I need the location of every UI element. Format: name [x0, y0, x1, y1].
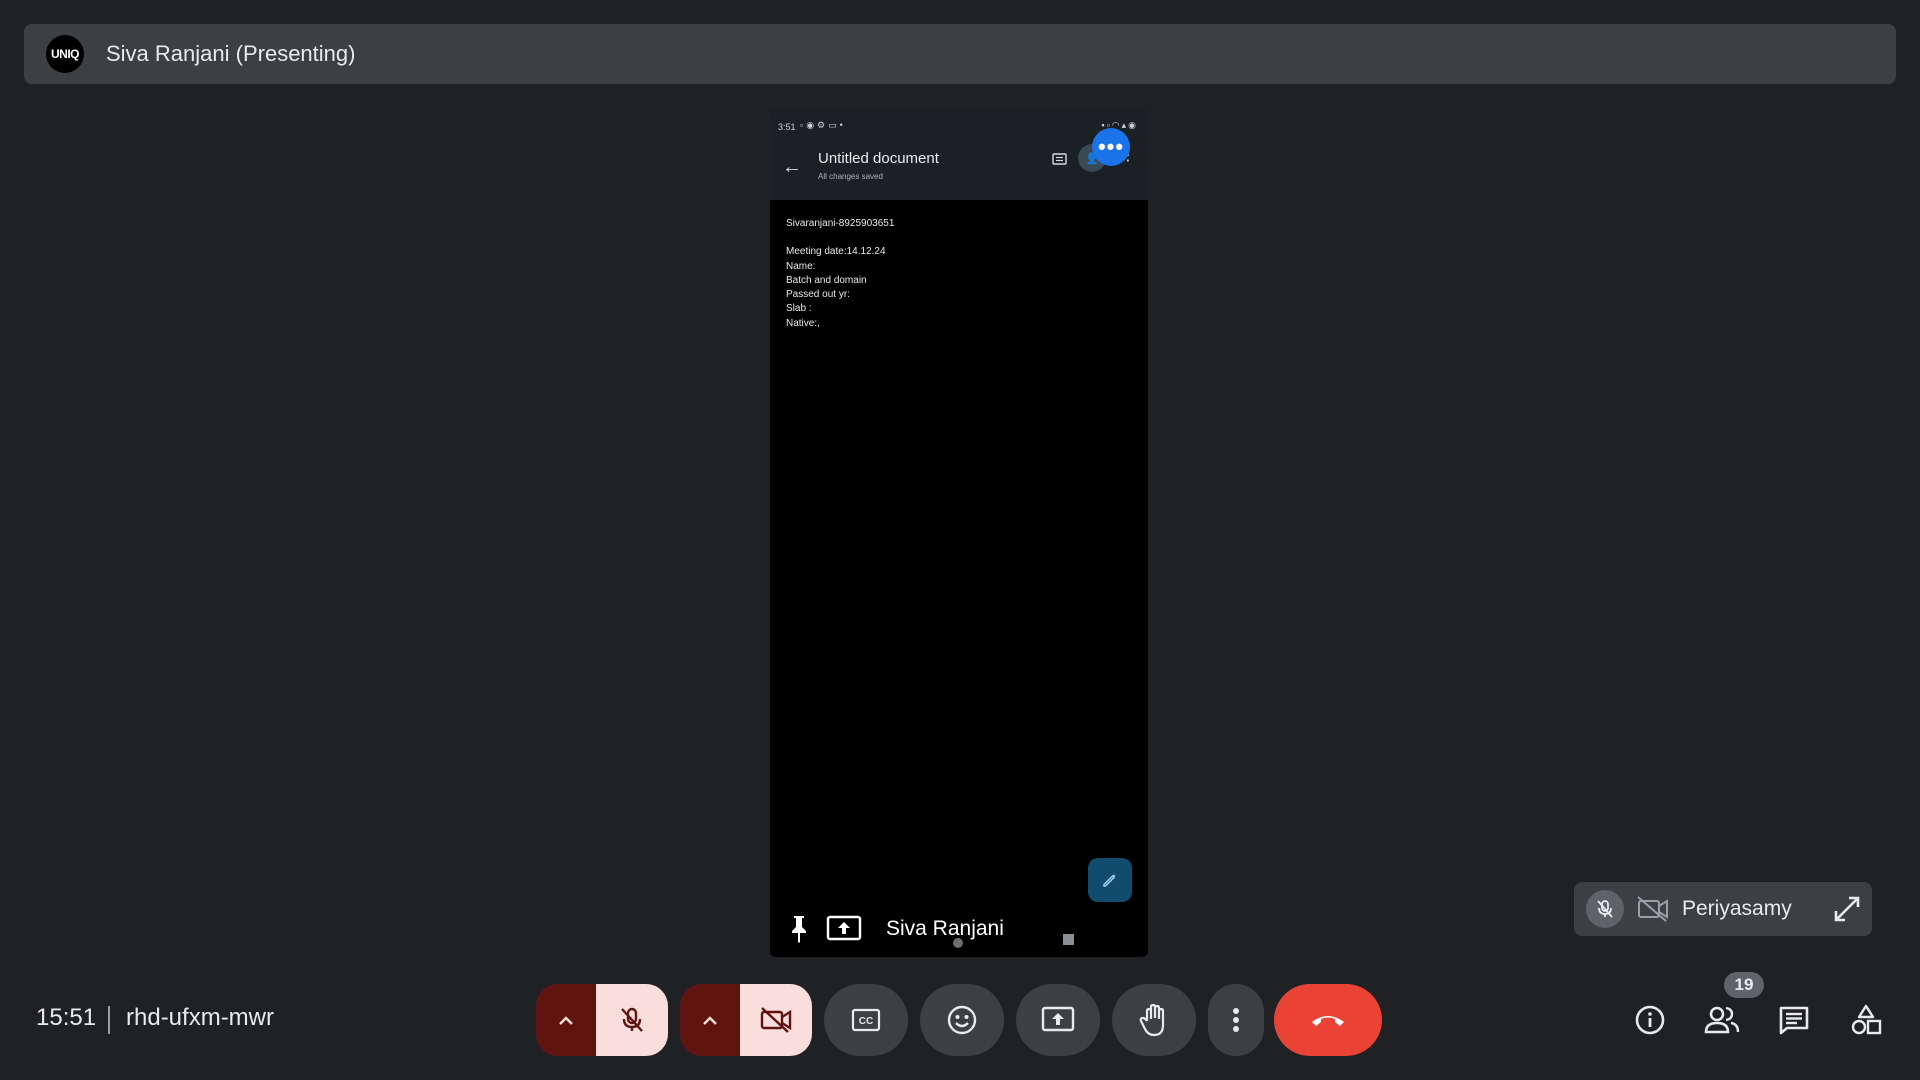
- docs-app-bar: ← Untitled document All changes saved 👤 …: [770, 144, 1148, 200]
- activities-icon: [1850, 1004, 1882, 1036]
- mic-off-icon: [1586, 890, 1624, 928]
- mic-control-group: [536, 984, 668, 1056]
- chat-button[interactable]: [1776, 1002, 1812, 1038]
- doc-body: Sivaranjani-8925903651 Meeting date:14.1…: [786, 217, 894, 331]
- edit-pencil-icon: [1088, 858, 1132, 902]
- camera-toggle-button[interactable]: [740, 984, 812, 1056]
- participants-count-badge: 19: [1724, 972, 1764, 998]
- mic-toggle-button[interactable]: [596, 984, 668, 1056]
- captions-button[interactable]: CC: [824, 984, 908, 1056]
- camera-control-group: [680, 984, 812, 1056]
- present-screen-button[interactable]: [1016, 984, 1100, 1056]
- leave-call-button[interactable]: [1274, 984, 1382, 1056]
- raise-hand-icon: [1139, 1003, 1169, 1037]
- more-vert-icon: [1232, 1007, 1240, 1033]
- phone-status-bar: 3:51 ▫◉⚙▭• ▪▫◠▴◉: [770, 108, 1148, 144]
- presenter-title: Siva Ranjani (Presenting): [106, 41, 356, 66]
- meeting-code: rhd-ufxm-mwr: [126, 1004, 274, 1031]
- doc-line: Sivaranjani-8925903651: [786, 218, 895, 229]
- tile-label: Siva Ranjani: [770, 909, 1148, 949]
- closed-caption-icon: CC: [851, 1008, 881, 1032]
- video-settings-chevron-up-icon[interactable]: [680, 984, 740, 1056]
- more-options-button[interactable]: [1208, 984, 1264, 1056]
- people-button[interactable]: [1704, 1002, 1740, 1038]
- presenting-icon: [826, 914, 862, 944]
- emoji-icon: [946, 1004, 978, 1036]
- pin-icon[interactable]: [786, 914, 812, 944]
- call-end-icon: [1310, 1012, 1346, 1028]
- meeting-clock: 15:51: [36, 1004, 97, 1031]
- raise-hand-button[interactable]: [1112, 984, 1196, 1056]
- expand-icon[interactable]: [1832, 894, 1862, 924]
- videocam-off-icon: [759, 1005, 793, 1035]
- meeting-details-button[interactable]: [1632, 1002, 1668, 1038]
- status-icons-left: ▫◉⚙▭•: [800, 120, 846, 130]
- self-participant-tile[interactable]: Periyasamy: [1574, 882, 1872, 936]
- doc-title: Untitled document: [818, 150, 939, 167]
- svg-text:CC: CC: [859, 1016, 873, 1027]
- back-arrow-icon: ←: [782, 156, 802, 178]
- reactions-button[interactable]: [920, 984, 1004, 1056]
- more-dots-icon: •••: [1092, 128, 1130, 166]
- presenter-bar: UNIQ Siva Ranjani (Presenting): [24, 24, 1896, 84]
- info-icon: [1634, 1004, 1666, 1036]
- videocam-off-icon: [1636, 892, 1670, 926]
- activities-button[interactable]: [1848, 1002, 1884, 1038]
- doc-save-status: All changes saved: [818, 172, 883, 181]
- present-screen-icon: [1041, 1005, 1075, 1035]
- doc-line: Batch and domain: [786, 274, 867, 286]
- divider: [108, 1006, 110, 1034]
- org-logo: UNIQ: [46, 35, 84, 73]
- mic-off-icon: [617, 1005, 647, 1035]
- presenter-name: Siva Ranjani: [886, 917, 1004, 940]
- doc-line: Meeting date:14.12.24: [786, 246, 886, 258]
- doc-line: Native:,: [786, 317, 820, 329]
- shared-screen-tile[interactable]: 3:51 ▫◉⚙▭• ▪▫◠▴◉ ← Untitled document All…: [770, 108, 1148, 957]
- doc-line: Slab :: [786, 303, 812, 315]
- phone-status-time: 3:51: [778, 122, 796, 132]
- people-icon: [1704, 1005, 1740, 1035]
- doc-line: Name:: [786, 260, 816, 272]
- comment-icon: [1052, 152, 1068, 168]
- chat-icon: [1778, 1005, 1810, 1035]
- self-name: Periyasamy: [1682, 897, 1792, 920]
- audio-settings-chevron-up-icon[interactable]: [536, 984, 596, 1056]
- doc-line: Passed out yr:: [786, 289, 850, 301]
- doc-line-blank: [786, 231, 894, 245]
